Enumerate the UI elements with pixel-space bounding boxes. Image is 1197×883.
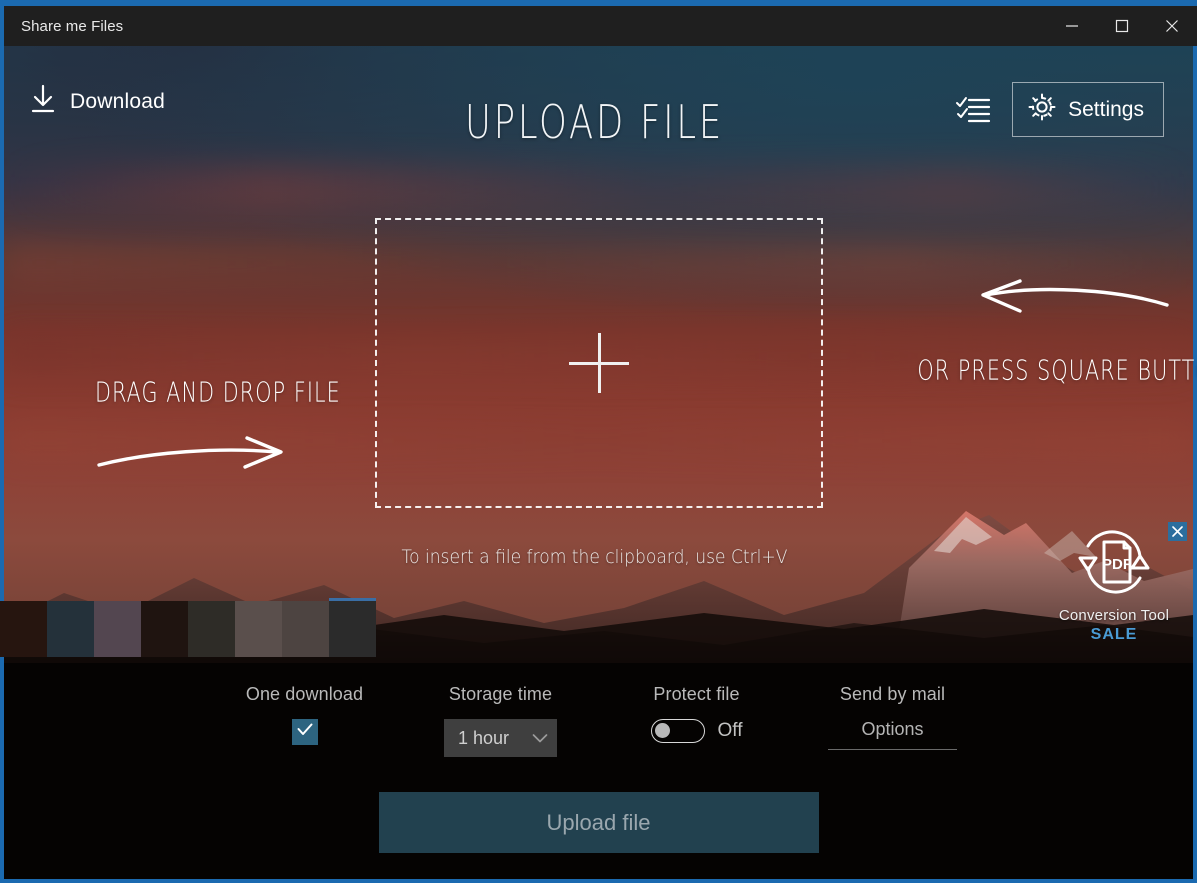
one-download-checkbox[interactable] — [291, 719, 318, 745]
square-button-hint: OR PRESS SQUARE BUTTON — [900, 275, 1197, 387]
cloud-band — [4, 166, 1193, 212]
toggle-knob — [654, 723, 670, 738]
protect-file-row: Off — [650, 719, 743, 743]
app-window: Download UPLOAD FILE Settings DRAG AND D… — [0, 0, 1197, 883]
color-swatch[interactable] — [94, 601, 141, 657]
title-bar: Share me Files — [4, 6, 1197, 46]
ad-close-icon[interactable] — [1168, 522, 1187, 541]
send-by-mail-label: Send by mail — [839, 684, 946, 704]
color-swatch[interactable] — [188, 601, 235, 657]
color-swatch[interactable] — [0, 601, 47, 657]
drag-drop-hint-label: DRAG AND DROP FILE — [95, 377, 341, 409]
color-swatch-selected[interactable] — [329, 598, 376, 657]
arrow-left-hand-drawn-icon — [981, 279, 1169, 313]
clipboard-hint: To insert a file from the clipboard, use… — [401, 546, 788, 568]
minimize-button[interactable] — [1047, 6, 1097, 46]
ad-sale-badge: SALE — [1090, 626, 1138, 643]
option-storage-time: Storage time 1 hour — [403, 684, 599, 757]
storage-time-label: Storage time — [448, 684, 553, 704]
protect-file-label: Protect file — [653, 684, 740, 704]
minimize-icon — [1066, 25, 1078, 27]
storage-time-value: 1 hour — [458, 727, 510, 748]
one-download-label: One download — [245, 684, 364, 704]
protect-file-toggle[interactable] — [650, 719, 705, 743]
option-one-download: One download — [207, 684, 403, 757]
checklist-icon[interactable] — [955, 95, 991, 125]
ad-title: Conversion Tool — [1058, 607, 1170, 624]
chevron-down-icon — [532, 733, 548, 743]
conversion-tool-ad[interactable]: PDF Conversion Tool SALE — [1054, 520, 1187, 644]
window-title: Share me Files — [21, 17, 124, 35]
close-icon — [1166, 20, 1178, 32]
protect-file-state: Off — [717, 720, 743, 741]
plus-icon — [569, 333, 629, 393]
settings-button[interactable]: Settings — [1012, 82, 1164, 137]
checkmark-icon — [297, 723, 313, 741]
settings-label: Settings — [1068, 97, 1144, 121]
maximize-button[interactable] — [1097, 6, 1147, 46]
gear-icon — [1027, 92, 1057, 127]
storage-time-dropdown[interactable]: 1 hour — [444, 719, 557, 757]
pdf-conversion-icon: PDF — [1054, 520, 1174, 604]
upload-file-label: Upload file — [546, 809, 651, 835]
color-swatch[interactable] — [47, 601, 94, 657]
color-swatch-strip — [0, 598, 376, 657]
header-actions: Settings — [955, 82, 1164, 137]
svg-text:PDF: PDF — [1102, 556, 1132, 573]
color-swatch[interactable] — [141, 601, 188, 657]
close-button[interactable] — [1147, 6, 1197, 46]
color-swatch[interactable] — [282, 601, 329, 657]
upload-file-button[interactable]: Upload file — [378, 792, 819, 853]
window-controls — [1047, 6, 1197, 46]
options-row: One download Storage time 1 hour Protect… — [4, 663, 1193, 757]
send-by-mail-options-button[interactable]: Options — [828, 719, 957, 750]
maximize-icon — [1115, 19, 1129, 33]
file-dropzone[interactable] — [375, 218, 823, 508]
drag-drop-hint: DRAG AND DROP FILE — [95, 377, 368, 487]
color-swatch[interactable] — [235, 601, 282, 657]
option-protect-file: Protect file Off — [599, 684, 795, 757]
options-panel: One download Storage time 1 hour Protect… — [4, 663, 1193, 879]
arrow-right-hand-drawn-icon — [97, 436, 283, 469]
option-send-by-mail: Send by mail Options — [795, 684, 991, 757]
square-button-hint-label: OR PRESS SQUARE BUTTON — [917, 355, 1197, 387]
